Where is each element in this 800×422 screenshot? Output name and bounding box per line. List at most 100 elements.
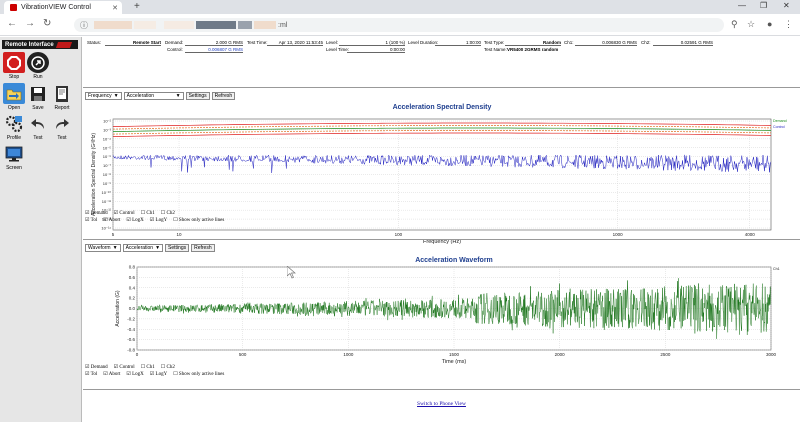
main-panel: Status: Remote Start Demand: 2.000 G RMS…	[83, 37, 800, 422]
checkbox-tol[interactable]: ☑ Tol	[85, 371, 97, 377]
test-time-label: Test Time:	[247, 40, 268, 45]
back-icon	[27, 113, 49, 134]
waveform-refresh-button[interactable]: Refresh	[191, 244, 215, 252]
checkbox-control[interactable]: ☑ Control	[114, 364, 135, 370]
checkbox-tol[interactable]: ☑ Tol	[85, 217, 97, 223]
waveform-quantity-select[interactable]: Acceleration ▼	[122, 244, 164, 252]
select-value: Frequency	[88, 92, 112, 99]
stop-button[interactable]: Stop	[2, 52, 26, 80]
redacted-url	[196, 21, 236, 29]
mouse-cursor-icon	[287, 266, 296, 279]
x-tick-label: 500	[239, 352, 247, 357]
ch2-value: 0.02591 G RMS	[653, 40, 713, 46]
y-tick-label: 10⁻⁷	[103, 163, 112, 168]
waveform-settings-button[interactable]: Settings	[165, 244, 190, 252]
test-type-label: Test Type:	[484, 40, 505, 45]
new-tab-icon[interactable]: +	[134, 1, 140, 12]
chart-title: Acceleration Spectral Density	[393, 104, 492, 111]
report-button[interactable]: Report	[50, 83, 74, 111]
open-label: Open	[7, 105, 21, 111]
site-info-icon[interactable]: ⓘ	[80, 20, 88, 31]
close-window-icon[interactable]: ✕	[783, 1, 790, 10]
x-axis-label: Time (ms)	[442, 359, 467, 365]
checkbox-control[interactable]: ☑ Control	[114, 210, 135, 216]
checkbox-abort[interactable]: ☑ Abort	[103, 371, 120, 377]
waveform-domain-select[interactable]: Waveform ▼	[85, 244, 121, 252]
menu-icon[interactable]: ⋮	[784, 19, 793, 30]
checkbox-ch1[interactable]: ☐ Ch1	[141, 364, 155, 370]
x-tick-label: 1000	[613, 232, 624, 237]
y-tick-label: 10⁻⁴	[103, 136, 112, 141]
screen-label: Screen	[6, 165, 22, 171]
ch1-value: 0.006830 G RMS	[575, 40, 637, 46]
close-tab-icon[interactable]: ✕	[112, 4, 118, 12]
profile-button[interactable]: Profile	[2, 113, 26, 141]
run-button[interactable]: Run	[26, 52, 50, 80]
sidebar-title: Remote Interface	[5, 41, 54, 48]
level-value: 1 (100 %)	[339, 40, 405, 46]
profile-avatar-icon[interactable]: ●	[767, 19, 772, 29]
favicon-icon	[10, 4, 17, 11]
browser-tab[interactable]: VibrationVIEW Control ✕	[4, 1, 122, 14]
legend-demand: Demand	[773, 119, 787, 123]
select-value: Acceleration	[126, 92, 155, 99]
x-tick-label: 1000	[343, 352, 354, 357]
test-back-button[interactable]: Test	[26, 113, 50, 141]
y-tick-label: 0.4	[129, 285, 136, 290]
test-forward-button[interactable]: Test	[50, 113, 74, 141]
spectrum-quantity-select[interactable]: Acceleration ▼	[123, 92, 184, 100]
profile-icon	[3, 113, 25, 134]
screen-icon	[3, 143, 25, 164]
x-tick-label: 5	[112, 232, 115, 237]
switch-phone-view-link[interactable]: Switch to Phone View	[83, 401, 800, 407]
checkbox-ch2[interactable]: ☐ Ch2	[161, 364, 175, 370]
status-bar: Status: Remote Start Demand: 2.000 G RMS…	[85, 39, 798, 55]
checkbox-logx[interactable]: ☑ LogX	[126, 371, 143, 377]
test-forward-label: Test	[57, 135, 67, 141]
save-label: Save	[32, 105, 44, 111]
stop-label: Stop	[8, 74, 20, 80]
checkbox-demand[interactable]: ☑ Demand	[85, 210, 108, 216]
checkbox-ch1[interactable]: ☐ Ch1	[141, 210, 155, 216]
divider	[83, 239, 800, 240]
bookmark-star-icon[interactable]: ☆	[747, 19, 755, 30]
spectrum-settings-button[interactable]: Settings	[185, 92, 210, 100]
restore-icon[interactable]: ❐	[760, 1, 767, 10]
spectrum-refresh-button[interactable]: Refresh	[211, 92, 236, 100]
y-tick-label: 10⁻²	[103, 119, 112, 124]
waveform-controls: Waveform ▼ Acceleration ▼ Settings Refresh	[85, 244, 215, 252]
checkbox-show-only-active-lines[interactable]: ☐ Show only active lines	[173, 371, 224, 377]
redacted-url	[238, 21, 252, 29]
save-button[interactable]: Save	[26, 83, 50, 111]
open-button[interactable]: Open	[2, 83, 26, 111]
spectrum-domain-select[interactable]: Frequency ▼	[85, 92, 122, 100]
checkbox-show-only-active-lines[interactable]: ☐ Show only active lines	[173, 217, 224, 223]
spectrum-checkbox-row-2: ☑ Tol ☑ Abort ☑ LogX ☑ LogY ☐ Show only acti…	[85, 217, 224, 223]
forward-nav-icon[interactable]: →	[25, 18, 35, 29]
checkbox-logx[interactable]: ☑ LogX	[126, 217, 143, 223]
report-icon	[51, 83, 73, 104]
y-tick-label: -0.6	[127, 337, 135, 342]
checkbox-logy[interactable]: ☑ LogY	[150, 217, 167, 223]
checkbox-logy[interactable]: ☑ LogY	[150, 371, 167, 377]
redacted-url	[94, 21, 132, 29]
chart-title: Acceleration Waveform	[415, 257, 493, 264]
spectral-density-chart: Acceleration Spectral Density 10⁻² 10⁻³ 10⁻…	[91, 104, 787, 245]
minimize-icon[interactable]: —	[738, 1, 746, 10]
screen-button[interactable]: Screen	[2, 143, 26, 171]
back-nav-icon[interactable]: ←	[7, 18, 17, 29]
forward-icon	[51, 113, 73, 134]
y-tick-label: 0.8	[129, 265, 136, 270]
reload-icon[interactable]: ↻	[43, 18, 51, 29]
x-tick-label: 10	[177, 232, 183, 237]
address-bar[interactable]: ⓘ :ml	[74, 18, 724, 32]
checkbox-ch2[interactable]: ☐ Ch2	[161, 210, 175, 216]
zoom-icon[interactable]: ⚲	[731, 19, 738, 30]
level-time-value: 0:00:00	[347, 47, 405, 53]
checkbox-demand[interactable]: ☑ Demand	[85, 364, 108, 370]
dropdown-arrow-icon: ▼	[155, 244, 161, 251]
divider	[83, 389, 800, 390]
x-tick-label: 4000	[745, 232, 756, 237]
checkbox-abort[interactable]: ☑ Abort	[103, 217, 120, 223]
level-duration-label: Level Duration:	[408, 40, 439, 45]
